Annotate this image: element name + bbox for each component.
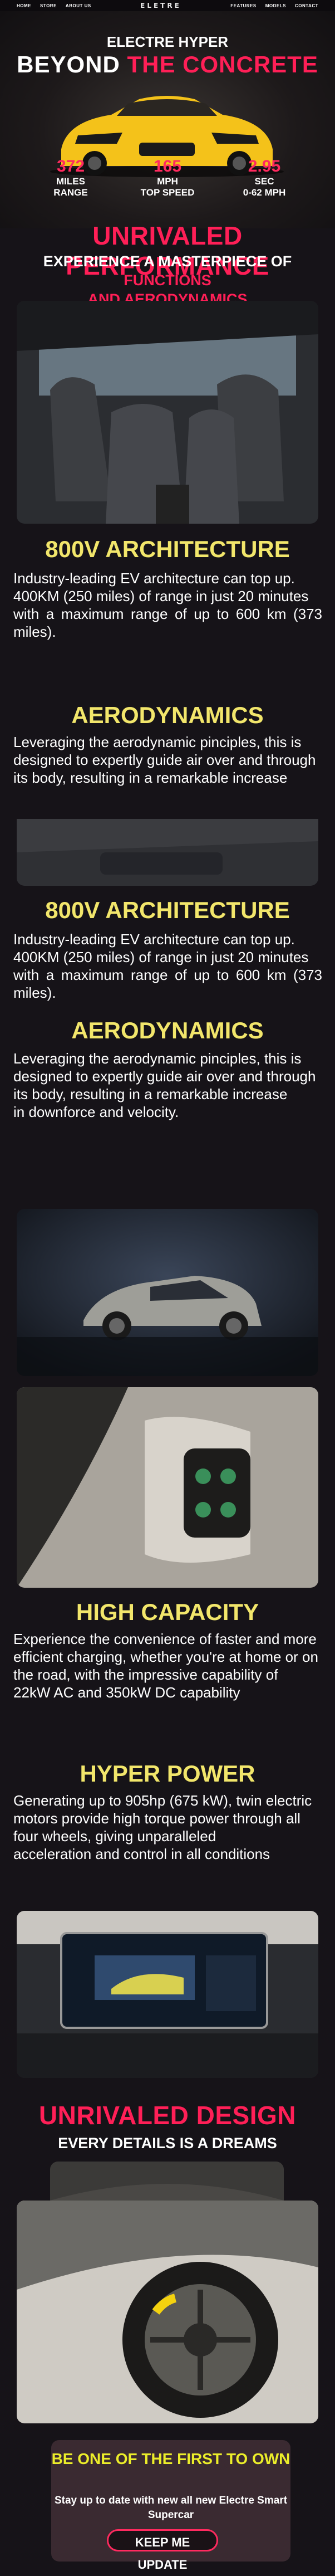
stat-label: 0-62 MPH <box>243 187 286 198</box>
cta-title: BE ONE OF THE FIRST TO OWN <box>51 2450 290 2467</box>
section-text: Industry-leading EV architecture can top… <box>13 570 322 640</box>
hero-title-accent: THE CONCRETE <box>127 51 318 77</box>
top-nav: HOME STORE ABOUT US ELETRE FEATURES MODE… <box>0 0 335 11</box>
wheel-photo <box>17 2201 318 2423</box>
charging-port-photo <box>17 1387 318 1588</box>
stat-unit: SEC <box>254 176 274 187</box>
hero-section: ELECTRE HYPER BEYOND THE CONCRETE 372 MI… <box>0 11 335 228</box>
section-title: 800V ARCHITECTURE <box>45 897 290 923</box>
section-title: HIGH CAPACITY <box>76 1599 259 1625</box>
interior-seats-photo <box>17 301 318 524</box>
section-text: Leveraging the aerodynamic pinciples, th… <box>13 734 316 786</box>
section-text: Experience the convenience of faster and… <box>13 1631 318 1701</box>
nav-link-store[interactable]: STORE <box>40 3 57 8</box>
stat-unit: MPH <box>157 176 178 187</box>
stat-value: 2.95 <box>248 157 281 175</box>
stat-label: RANGE <box>53 187 88 198</box>
hero-title: BEYOND THE CONCRETE <box>0 51 335 78</box>
stat-value: 372 <box>56 157 85 175</box>
performance-subtitle-accent: FUNCTIONS <box>124 272 211 289</box>
section-title: 800V ARCHITECTURE <box>45 536 290 562</box>
nav-link-features[interactable]: FEATURES <box>230 3 257 8</box>
section-text: Generating up to 905hp (675 kW), twin el… <box>13 1792 312 1862</box>
nav-link-models[interactable]: MODELS <box>265 3 286 8</box>
nav-right: FEATURES MODELS CONTACT <box>230 3 318 8</box>
cta-card: BE ONE OF THE FIRST TO OWN Stay up to da… <box>51 2440 290 2572</box>
hero-subtitle: ELECTRE HYPER <box>106 33 229 50</box>
interior-console-photo <box>17 819 318 886</box>
section-title: HYPER POWER <box>80 1760 255 1787</box>
nav-link-home[interactable]: HOME <box>17 3 31 8</box>
stat-range: 372 MILES RANGE <box>32 157 110 198</box>
design-subtitle: EVERY DETAILS IS A DREAMS <box>58 2135 277 2151</box>
suv-exterior-photo <box>17 1209 318 1376</box>
keep-me-updated-button[interactable]: KEEP ME UPDATE <box>107 2529 218 2572</box>
stat-top-speed: 165 MPH TOP SPEED <box>129 157 206 198</box>
performance-subtitle-plain: EXPERIENCE A MASTERPIECE OF <box>43 253 292 270</box>
design-title: UNRIVALED DESIGN <box>38 2101 297 2130</box>
nav-link-about-us[interactable]: ABOUT US <box>66 3 91 8</box>
stat-value: 165 <box>153 157 182 175</box>
section-title: AERODYNAMICS <box>71 1017 264 1043</box>
hero-title-plain: BEYOND <box>17 51 120 77</box>
performance-subtitle: EXPERIENCE A MASTERPIECE OF FUNCTIONS AN… <box>0 252 335 309</box>
brand-logo[interactable]: ELETRE <box>140 2 181 9</box>
stat-unit: MILES <box>56 176 85 187</box>
nav-link-contact[interactable]: CONTACT <box>295 3 318 8</box>
stat-label: TOP SPEED <box>140 187 195 198</box>
cta-text: Stay up to date with new all new Electre… <box>54 2495 288 2521</box>
nav-left: HOME STORE ABOUT US <box>17 3 91 8</box>
stat-acceleration: 2.95 SEC 0-62 MPH <box>225 157 303 198</box>
section-text: Industry-leading EV architecture can top… <box>13 931 322 1001</box>
section-title: AERODYNAMICS <box>71 702 264 728</box>
design-top-photo <box>50 2162 284 2201</box>
section-text: Leveraging the aerodynamic pinciples, th… <box>13 1050 316 1120</box>
hero-stats: 372 MILES RANGE 165 MPH TOP SPEED 2.95 S… <box>0 157 335 198</box>
dashboard-photo <box>17 1911 318 2078</box>
